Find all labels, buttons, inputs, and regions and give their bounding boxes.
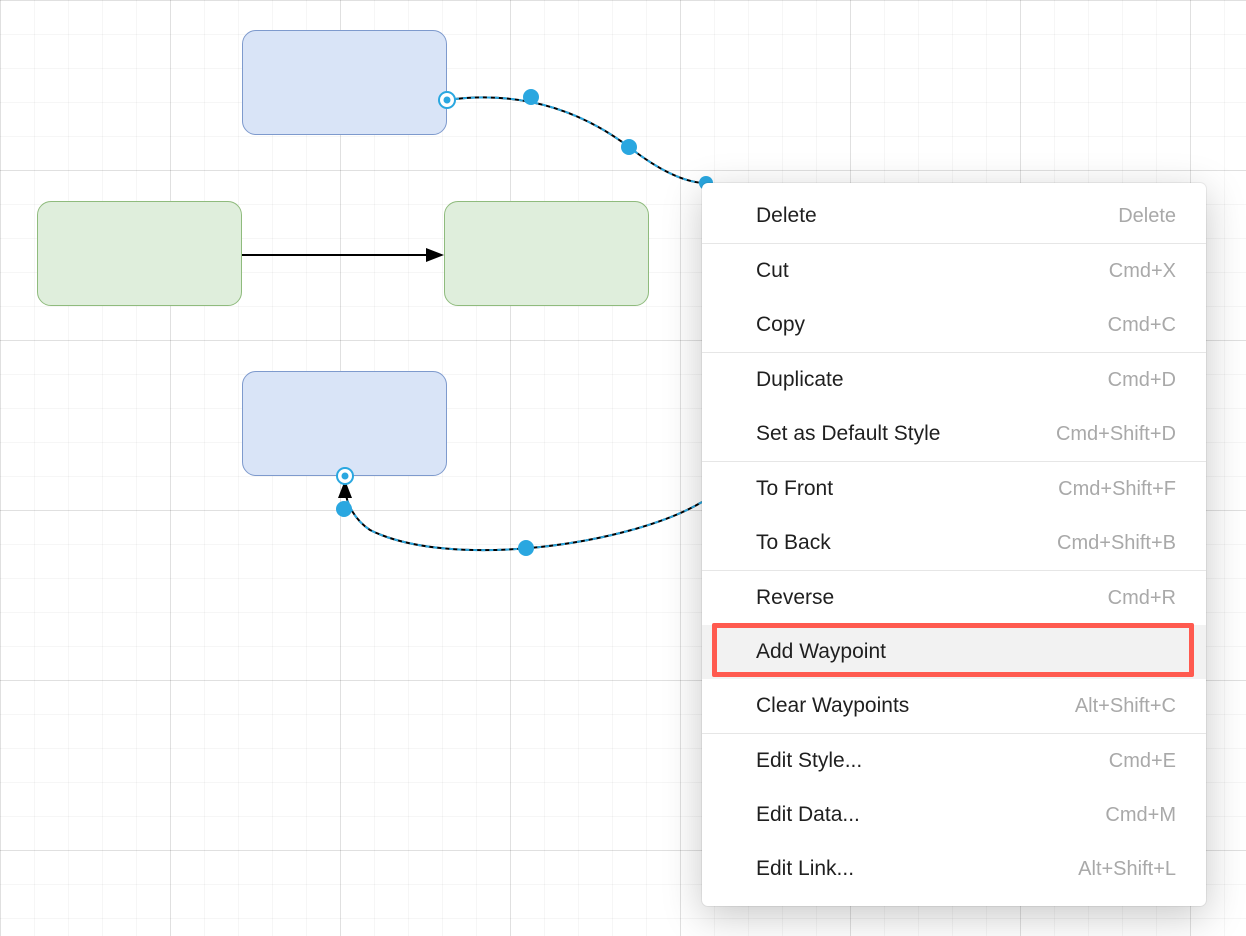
- menu-label: To Front: [756, 477, 833, 501]
- context-menu[interactable]: Delete Delete Cut Cmd+X Copy Cmd+C Duplicate Cm…: [702, 183, 1206, 906]
- menu-shortcut: Cmd+D: [1108, 369, 1176, 392]
- menu-shortcut: Cmd+Shift+D: [1056, 423, 1176, 446]
- menu-item-clear-waypoints[interactable]: Clear Waypoints Alt+Shift+C: [702, 679, 1206, 733]
- menu-label: To Back: [756, 531, 831, 555]
- menu-shortcut: Cmd+C: [1108, 314, 1176, 337]
- menu-label: Edit Link...: [756, 857, 854, 881]
- menu-item-delete[interactable]: Delete Delete: [702, 189, 1206, 243]
- menu-shortcut: Cmd+X: [1109, 260, 1176, 283]
- menu-label: Clear Waypoints: [756, 694, 909, 718]
- menu-item-copy[interactable]: Copy Cmd+C: [702, 298, 1206, 352]
- menu-label: Edit Style...: [756, 749, 862, 773]
- menu-shortcut: Delete: [1118, 205, 1176, 228]
- menu-item-to-front[interactable]: To Front Cmd+Shift+F: [702, 462, 1206, 516]
- node-green-mid[interactable]: [444, 201, 649, 306]
- menu-shortcut: Cmd+E: [1109, 750, 1176, 773]
- menu-shortcut: Alt+Shift+L: [1078, 858, 1176, 881]
- menu-item-to-back[interactable]: To Back Cmd+Shift+B: [702, 516, 1206, 570]
- menu-item-set-as-default-style[interactable]: Set as Default Style Cmd+Shift+D: [702, 407, 1206, 461]
- menu-label: Copy: [756, 313, 805, 337]
- menu-item-edit-link[interactable]: Edit Link... Alt+Shift+L: [702, 842, 1206, 896]
- menu-shortcut: Cmd+Shift+F: [1058, 478, 1176, 501]
- node-green-left[interactable]: [37, 201, 242, 306]
- menu-label: Set as Default Style: [756, 422, 940, 446]
- menu-item-add-waypoint[interactable]: Add Waypoint: [702, 625, 1206, 679]
- node-blue-top[interactable]: [242, 30, 447, 135]
- menu-shortcut: Cmd+M: [1105, 804, 1176, 827]
- menu-item-edit-data[interactable]: Edit Data... Cmd+M: [702, 788, 1206, 842]
- node-blue-bottom[interactable]: [242, 371, 447, 476]
- menu-label: Edit Data...: [756, 803, 860, 827]
- menu-label: Add Waypoint: [756, 640, 886, 664]
- menu-item-cut[interactable]: Cut Cmd+X: [702, 244, 1206, 298]
- menu-label: Cut: [756, 259, 789, 283]
- menu-shortcut: Cmd+Shift+B: [1057, 532, 1176, 555]
- menu-shortcut: Alt+Shift+C: [1075, 695, 1176, 718]
- menu-label: Delete: [756, 204, 817, 228]
- menu-item-reverse[interactable]: Reverse Cmd+R: [702, 571, 1206, 625]
- menu-label: Reverse: [756, 586, 834, 610]
- menu-item-duplicate[interactable]: Duplicate Cmd+D: [702, 353, 1206, 407]
- menu-label: Duplicate: [756, 368, 844, 392]
- menu-item-edit-style[interactable]: Edit Style... Cmd+E: [702, 734, 1206, 788]
- menu-shortcut: Cmd+R: [1108, 587, 1176, 610]
